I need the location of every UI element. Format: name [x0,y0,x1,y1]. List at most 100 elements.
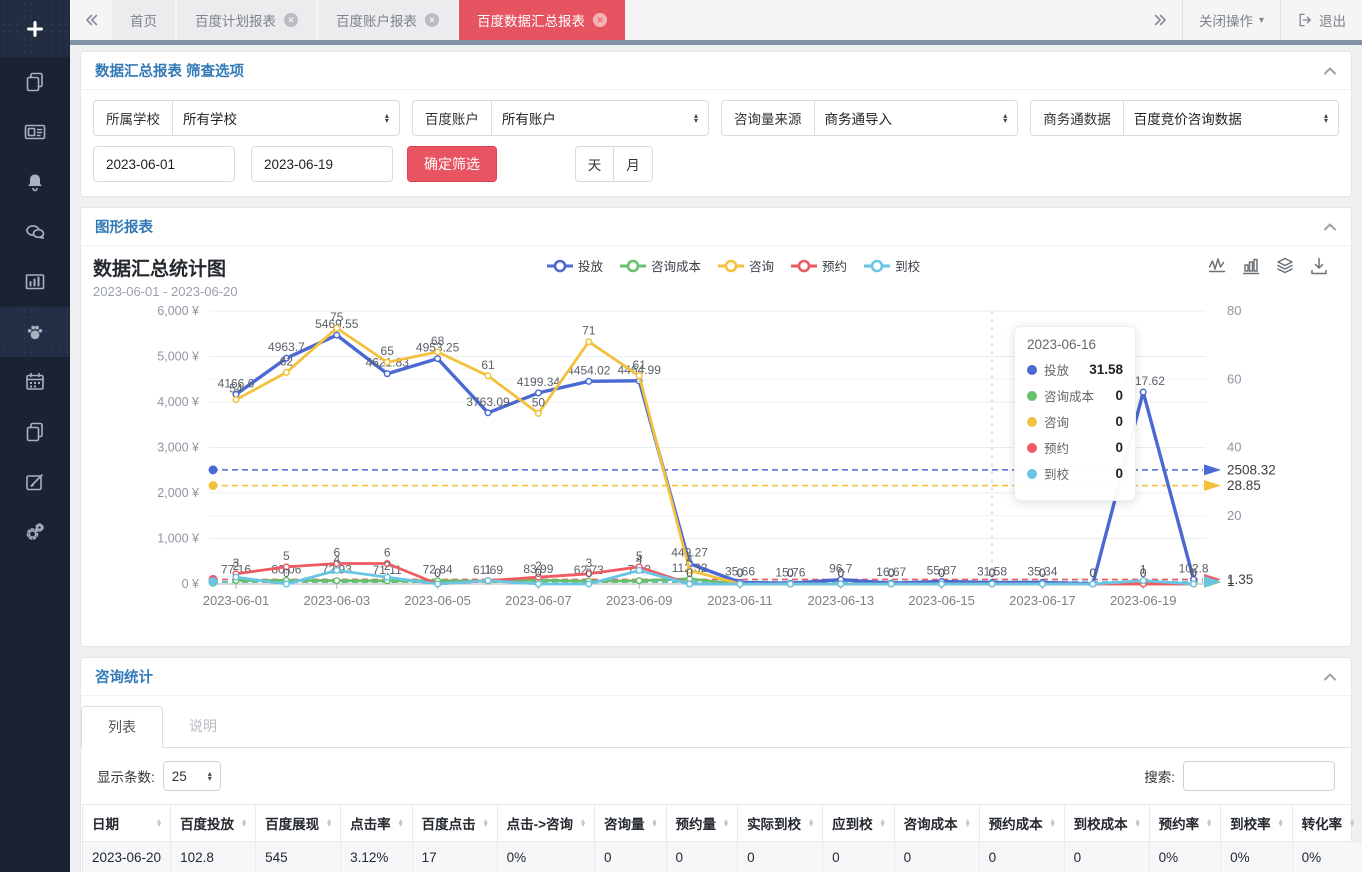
svg-text:65: 65 [381,344,395,358]
column-header-2[interactable]: 百度展现▴▾ [256,805,341,842]
chart-legend: 投放咨询成本咨询预约到校 [546,256,936,275]
bar-chart-icon[interactable] [1241,256,1261,281]
column-header-4[interactable]: 百度点击▴▾ [412,805,497,842]
line-chart[interactable]: 204060800 ¥1,000 ¥2,000 ¥3,000 ¥4,000 ¥5… [81,301,1351,646]
column-header-7[interactable]: 预约量▴▾ [666,805,738,842]
tab-close-icon[interactable]: ✕ [284,13,298,27]
sort-icon[interactable]: ▴▾ [958,819,970,828]
add-button[interactable] [0,0,70,57]
tab-item-1[interactable]: 百度计划报表 ✕ [177,0,316,40]
tab-item-2[interactable]: 百度账户报表 ✕ [318,0,457,40]
sort-icon[interactable]: ▴▾ [234,819,246,828]
close-operations-dropdown[interactable]: 关闭操作 ▾ [1182,0,1280,40]
tab-label: 首页 [130,10,157,30]
column-header-3[interactable]: 点击率▴▾ [341,805,413,842]
table-cell: 0 [1064,842,1149,872]
tab-close-icon[interactable]: ✕ [593,13,607,27]
layers-icon[interactable] [1275,256,1295,281]
logout-button[interactable]: 退出 [1280,0,1362,40]
column-label: 日期 [92,813,119,833]
sort-icon[interactable]: ▴▾ [645,819,657,828]
column-header-1[interactable]: 百度投放▴▾ [171,805,256,842]
tab-close-icon[interactable]: ✕ [425,13,439,27]
column-header-10[interactable]: 咨询成本▴▾ [894,805,979,842]
tab-item-0[interactable]: 首页 [112,0,175,40]
series-color-dot-icon [1027,365,1037,375]
sort-icon[interactable]: ▴▾ [1043,819,1055,828]
legend-item-0[interactable]: 投放 [546,256,603,275]
legend-item-2[interactable]: 咨询 [717,256,774,275]
month-toggle-button[interactable]: 月 [614,146,653,182]
chart-board-icon [23,270,47,294]
sort-icon[interactable]: ▴▾ [319,819,331,828]
legend-item-4[interactable]: 到校 [863,256,920,275]
tab-label: 百度账户报表 [336,10,417,30]
tab-item-3[interactable]: 百度数据汇总报表✕ [459,0,625,40]
tab-list[interactable]: 列表 [81,706,163,748]
tabs-scroll-left-button[interactable] [70,0,112,40]
sidebar-item-settings[interactable] [0,507,70,557]
tab-description[interactable]: 说明 [163,706,243,747]
sidebar-item-notifications[interactable] [0,157,70,207]
column-header-6[interactable]: 咨询量▴▾ [595,805,667,842]
sort-icon[interactable]: ▴▾ [1271,819,1283,828]
sidebar-item-analytics[interactable] [0,257,70,307]
collapse-chevron-icon[interactable] [1323,66,1337,76]
day-toggle-button[interactable]: 天 [575,146,614,182]
column-header-13[interactable]: 预约率▴▾ [1149,805,1221,842]
sidebar-item-accounts[interactable] [0,107,70,157]
legend-marker-icon [546,259,574,273]
inquiry-source-select[interactable]: 商务通导入 ▴▾ [814,100,1019,136]
column-header-15[interactable]: 转化率▴▾ [1292,805,1362,842]
svg-text:6: 6 [384,546,391,560]
sidebar-item-edit[interactable] [0,457,70,507]
sort-icon[interactable]: ▴▾ [573,819,585,828]
column-header-14[interactable]: 到校率▴▾ [1221,805,1293,842]
page-size-label: 显示条数: [97,766,155,786]
apply-filter-button[interactable]: 确定筛选 [407,146,497,182]
swt-data-select[interactable]: 百度竞价咨询数据 ▴▾ [1123,100,1339,136]
sidebar-item-reports[interactable] [0,57,70,107]
search-input[interactable] [1183,761,1335,791]
line-chart-icon[interactable] [1207,256,1227,281]
sidebar-item-documents[interactable] [0,407,70,457]
column-label: 咨询成本 [904,813,958,833]
page-size-select[interactable]: 25 ▴▾ [163,761,221,791]
column-header-0[interactable]: 日期 ▴▾ [83,805,171,842]
tab-label: 百度计划报表 [195,10,276,30]
tabs-scroll-right-button[interactable] [1140,0,1182,40]
stats-table: 日期▴▾百度投放▴▾百度展现▴▾点击率▴▾百度点击▴▾点击->咨询▴▾咨询量▴▾… [82,804,1362,872]
sidebar-item-messages[interactable] [0,207,70,257]
sort-icon[interactable]: ▴▾ [801,819,813,828]
sort-icon[interactable]: ▴▾ [1128,819,1140,828]
legend-item-1[interactable]: 咨询成本 [619,256,701,275]
collapse-chevron-icon[interactable] [1323,222,1337,232]
sort-icon[interactable]: ▴▾ [149,819,161,828]
sort-icon[interactable]: ▴▾ [1342,819,1354,828]
sort-icon[interactable]: ▴▾ [476,819,488,828]
column-header-5[interactable]: 点击->咨询▴▾ [497,805,594,842]
svg-text:2023-06-01: 2023-06-01 [203,593,270,608]
date-to-input[interactable] [251,146,393,182]
column-label: 实际到校 [747,813,801,833]
school-select[interactable]: 所有学校 ▴▾ [172,100,400,136]
account-select[interactable]: 所有账户 ▴▾ [491,100,709,136]
column-header-9[interactable]: 应到校▴▾ [823,805,895,842]
column-header-8[interactable]: 实际到校▴▾ [738,805,823,842]
column-header-12[interactable]: 到校成本▴▾ [1064,805,1149,842]
tooltip-series-name: 投放 [1044,360,1069,379]
tooltip-series-value: 0 [1115,414,1123,429]
legend-item-3[interactable]: 预约 [790,256,847,275]
sidebar-item-baidu[interactable] [0,307,70,357]
date-from-input[interactable] [93,146,235,182]
download-icon[interactable] [1309,256,1329,281]
sort-icon[interactable]: ▴▾ [873,819,885,828]
sort-icon[interactable]: ▴▾ [1199,819,1211,828]
column-header-11[interactable]: 预约成本▴▾ [979,805,1064,842]
sidebar-item-calendar[interactable] [0,357,70,407]
inquiry-source-value: 商务通导入 [825,108,992,128]
collapse-chevron-icon[interactable] [1323,672,1337,682]
sort-icon[interactable]: ▴▾ [391,819,403,828]
svg-text:0: 0 [888,566,895,580]
sort-icon[interactable]: ▴▾ [716,819,728,828]
